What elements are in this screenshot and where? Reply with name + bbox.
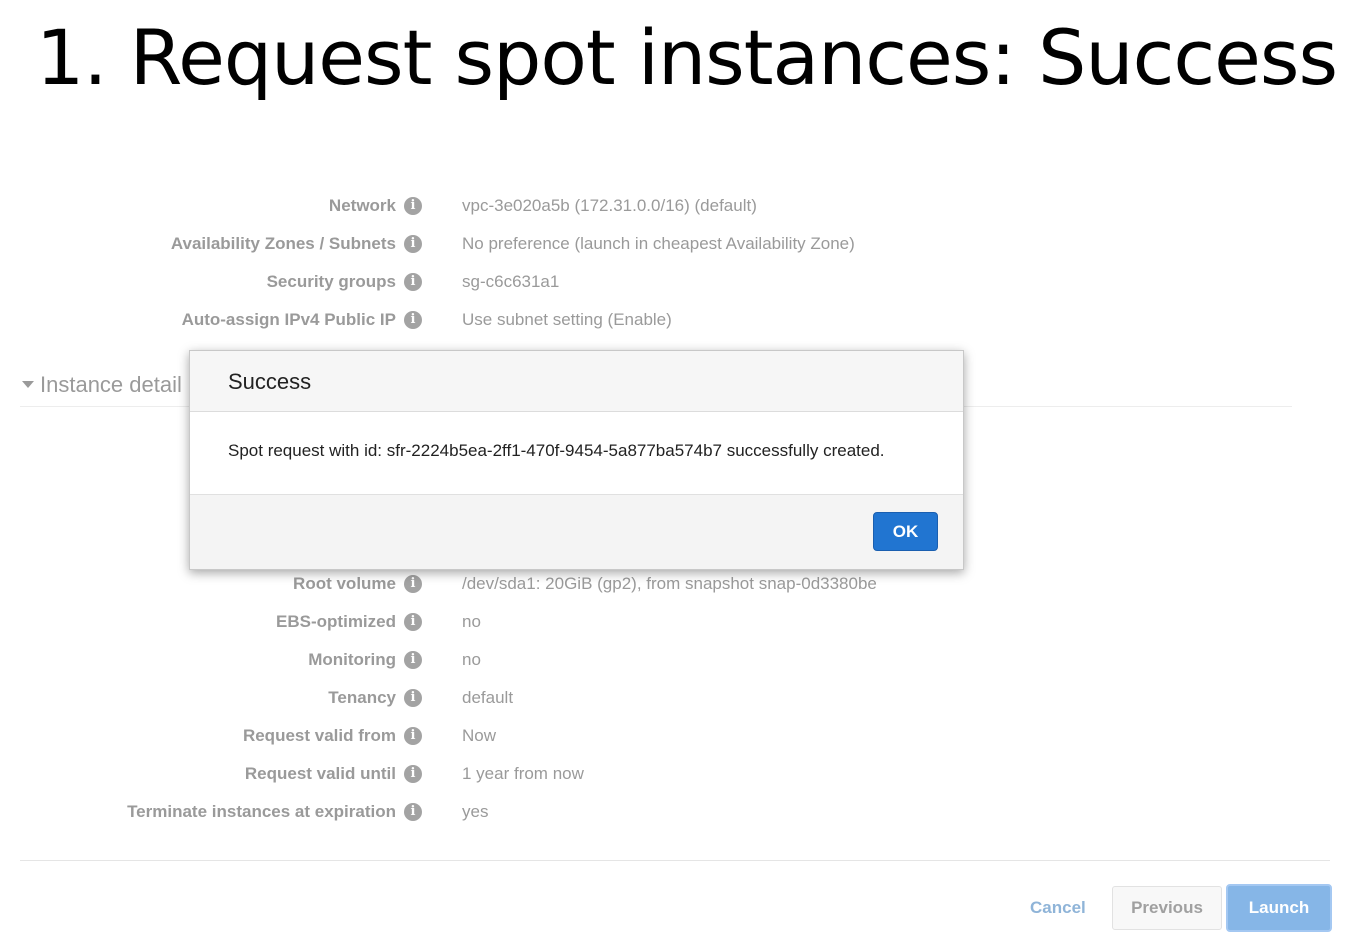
detail-row-network: Network i vpc-3e020a5b (172.31.0.0/16) (…: [0, 194, 1359, 218]
info-icon[interactable]: i: [404, 765, 422, 783]
detail-value: Use subnet setting (Enable): [462, 310, 672, 329]
detail-row-root-volume: Root volume i /dev/sda1: 20GiB (gp2), fr…: [0, 572, 1359, 596]
detail-row-valid-from: Request valid from i Now: [0, 724, 1359, 748]
dialog-title: Success: [228, 369, 312, 394]
detail-label: Network: [328, 196, 396, 215]
detail-value: no: [462, 650, 481, 669]
info-icon[interactable]: i: [404, 689, 422, 707]
section-header-label: Instance detail: [40, 372, 182, 397]
info-icon[interactable]: i: [404, 273, 422, 291]
detail-value: Now: [462, 726, 497, 745]
slide-title: 1. Request spot instances: Success: [36, 13, 1338, 102]
detail-row-availability-zones: Availability Zones / Subnets i No prefer…: [0, 232, 1359, 256]
detail-label: Request valid from: [242, 726, 396, 745]
detail-row-monitoring: Monitoring i no: [0, 648, 1359, 672]
detail-label: Security groups: [266, 272, 396, 291]
footer-divider: [20, 860, 1330, 861]
detail-label: Auto-assign IPv4 Public IP: [181, 310, 396, 329]
dialog-message: Spot request with id: sfr-2224b5ea-2ff1-…: [228, 441, 885, 460]
detail-row-valid-until: Request valid until i 1 year from now: [0, 762, 1359, 786]
detail-value: No preference (launch in cheapest Availa…: [462, 234, 855, 253]
info-icon[interactable]: i: [404, 651, 422, 669]
previous-button[interactable]: Previous: [1112, 886, 1222, 930]
detail-row-auto-assign-ip: Auto-assign IPv4 Public IP i Use subnet …: [0, 308, 1359, 332]
caret-down-icon: [22, 381, 34, 389]
detail-label: Root volume: [293, 574, 396, 593]
detail-label: Request valid until: [244, 764, 396, 783]
detail-value: no: [462, 612, 481, 631]
info-icon[interactable]: i: [404, 197, 422, 215]
detail-value: 1 year from now: [462, 764, 584, 783]
detail-value: yes: [462, 802, 489, 821]
info-icon[interactable]: i: [404, 727, 422, 745]
detail-label: Tenancy: [328, 688, 396, 707]
detail-label: Terminate instances at expiration: [127, 802, 396, 821]
info-icon[interactable]: i: [404, 235, 422, 253]
instance-details-toggle[interactable]: Instance detail: [22, 371, 182, 399]
info-icon[interactable]: i: [404, 613, 422, 631]
detail-row-security-groups: Security groups i sg-c6c631a1: [0, 270, 1359, 294]
cancel-link[interactable]: Cancel: [1030, 896, 1086, 920]
dialog-header: Success: [190, 351, 963, 412]
info-icon[interactable]: i: [404, 575, 422, 593]
detail-row-terminate-at-expiration: Terminate instances at expiration i yes: [0, 800, 1359, 824]
detail-row-tenancy: Tenancy i default: [0, 686, 1359, 710]
info-icon[interactable]: i: [404, 311, 422, 329]
detail-value: sg-c6c631a1: [462, 272, 560, 291]
detail-value: default: [462, 688, 514, 707]
detail-label: EBS-optimized: [276, 612, 396, 631]
dialog-footer: OK: [190, 494, 963, 569]
success-dialog: Success Spot request with id: sfr-2224b5…: [189, 350, 964, 570]
info-icon[interactable]: i: [404, 803, 422, 821]
detail-value: vpc-3e020a5b (172.31.0.0/16) (default): [462, 196, 757, 215]
ok-button[interactable]: OK: [873, 512, 938, 551]
detail-label: Monitoring: [308, 650, 396, 669]
detail-value: /dev/sda1: 20GiB (gp2), from snapshot sn…: [462, 574, 877, 593]
detail-row-ebs-optimized: EBS-optimized i no: [0, 610, 1359, 634]
launch-button[interactable]: Launch: [1226, 884, 1332, 932]
detail-label: Availability Zones / Subnets: [170, 234, 396, 253]
